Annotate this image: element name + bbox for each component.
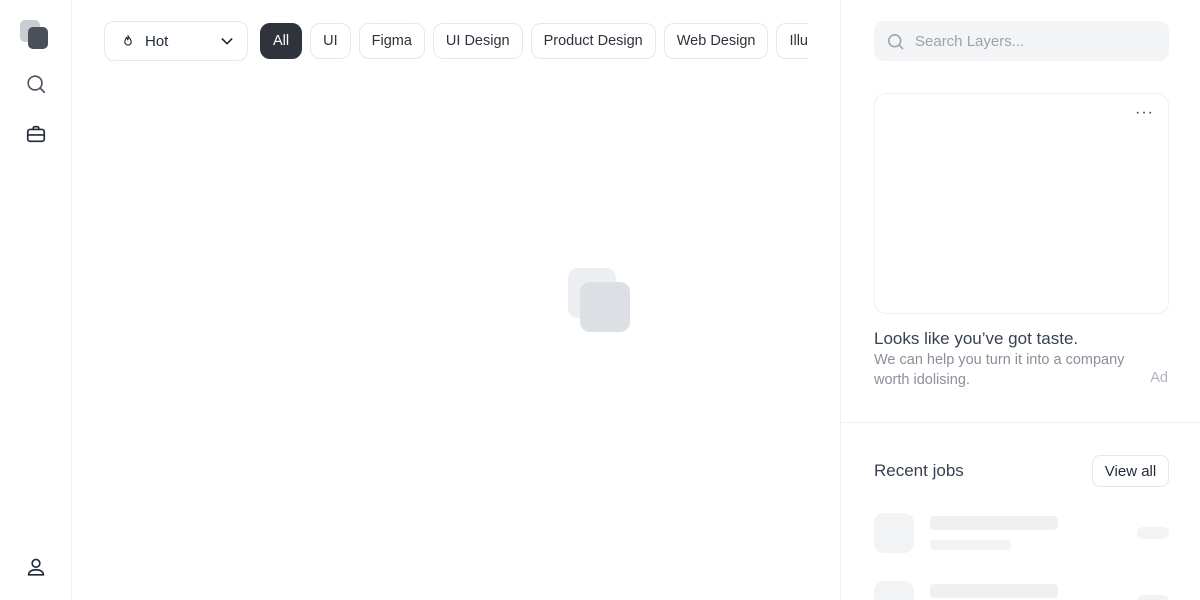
skeleton-title-line [930,516,1058,530]
search-icon [27,75,46,94]
logo-front-square [28,27,48,49]
section-divider [841,422,1200,423]
ad-card[interactable]: ··· [874,93,1169,314]
chip-ui-design[interactable]: UI Design [432,23,523,59]
loader-front-square [580,282,630,332]
chip-ui[interactable]: UI [310,23,351,59]
skeleton-subtitle-line [930,540,1011,550]
right-panel: ··· Looks like you’ve got taste. We can … [840,0,1200,600]
app-logo[interactable] [20,20,50,50]
ad-badge: Ad [1150,370,1168,386]
search-box[interactable] [874,21,1169,61]
chip-all[interactable]: All [260,23,303,59]
skeleton-logo [874,513,914,553]
job-skeleton-row [874,581,1169,600]
category-chips: All UI Figma UI Design Product Design We… [260,23,808,59]
jobs-nav-button[interactable] [22,120,50,148]
chip-figma[interactable]: Figma [358,23,425,59]
skeleton-pill [1137,527,1169,539]
fire-icon [121,34,135,48]
search-nav-button[interactable] [22,70,50,98]
search-icon [887,33,904,49]
chip-web-design[interactable]: Web Design [663,23,769,59]
ad-description: We can help you turn it into a company w… [874,352,1125,388]
sort-dropdown-label: Hot [145,32,169,50]
user-icon [27,558,45,576]
search-input[interactable] [915,32,1165,50]
briefcase-icon [26,125,46,143]
profile-nav-button[interactable] [22,553,50,581]
chip-product-design[interactable]: Product Design [530,23,656,59]
view-all-jobs-button[interactable]: View all [1092,455,1169,487]
skeleton-title-line [930,584,1058,598]
left-rail [0,0,72,600]
more-options-icon[interactable]: ··· [1135,104,1154,122]
job-skeleton-row [874,513,1169,553]
chip-illustration[interactable]: Illustration [776,23,808,59]
loading-logo-icon [568,268,632,332]
ad-title[interactable]: Looks like you’ve got taste. [874,329,1078,349]
chevron-down-icon [221,38,233,45]
filter-bar: Hot All UI Figma UI Design Product Desig… [104,21,808,61]
recent-jobs-heading: Recent jobs [874,461,964,480]
skeleton-logo [874,581,914,600]
skeleton-pill [1137,595,1169,600]
sort-dropdown[interactable]: Hot [104,21,248,61]
